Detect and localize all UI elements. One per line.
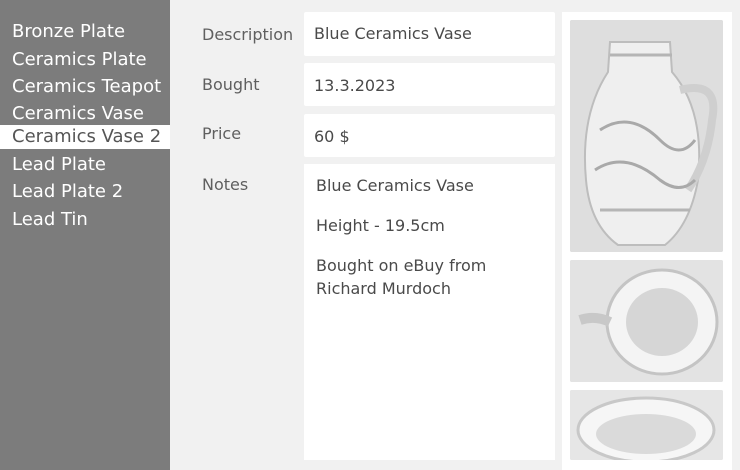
notes-line: Bought on eBuy from Richard Murdoch [316, 256, 487, 298]
notes-line: Height - 19.5cm [316, 216, 445, 235]
photo-column [562, 12, 732, 470]
vase-front-photo[interactable] [570, 20, 723, 252]
notes-label: Notes [202, 175, 249, 194]
price-field[interactable]: 60 $ [304, 114, 555, 157]
vase-top-photo[interactable] [570, 260, 723, 382]
description-label: Description [202, 25, 294, 44]
bought-field[interactable]: 13.3.2023 [304, 63, 555, 106]
vase-rim-photo[interactable] [570, 390, 723, 460]
notes-field[interactable]: Blue Ceramics Vase Height - 19.5cm Bough… [304, 164, 555, 460]
sidebar-item-lead-plate-2[interactable]: Lead Plate 2 [0, 180, 170, 204]
sidebar: Bronze Plate Ceramics Plate Ceramics Tea… [0, 0, 170, 470]
sidebar-item-lead-tin[interactable]: Lead Tin [0, 208, 170, 232]
detail-panel: Description Blue Ceramics Vase Bought 13… [170, 0, 740, 470]
sidebar-item-lead-plate[interactable]: Lead Plate [0, 153, 170, 177]
notes-line: Blue Ceramics Vase [316, 176, 474, 195]
sidebar-item-bronze-plate[interactable]: Bronze Plate [0, 20, 170, 44]
description-field[interactable]: Blue Ceramics Vase [304, 12, 555, 56]
price-value: 60 $ [314, 127, 350, 146]
price-label: Price [202, 124, 242, 143]
bought-label: Bought [202, 75, 260, 94]
sidebar-item-ceramics-vase-2[interactable]: Ceramics Vase 2 [0, 125, 170, 149]
bought-value: 13.3.2023 [314, 76, 396, 95]
sidebar-item-ceramics-vase[interactable]: Ceramics Vase [0, 102, 170, 126]
sidebar-item-ceramics-plate[interactable]: Ceramics Plate [0, 48, 170, 72]
sidebar-item-ceramics-teapot[interactable]: Ceramics Teapot [0, 75, 170, 99]
description-value: Blue Ceramics Vase [314, 24, 472, 43]
